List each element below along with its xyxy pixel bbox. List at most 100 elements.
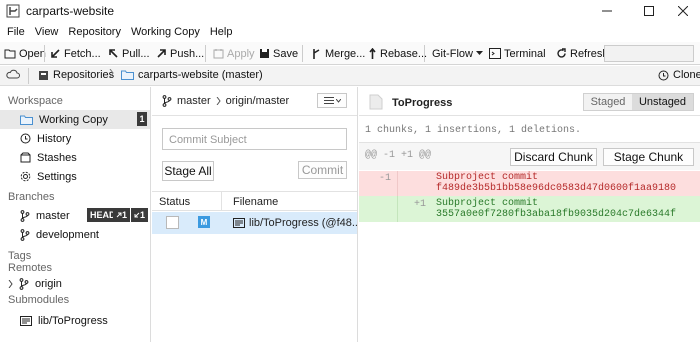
apply-button[interactable]: Apply: [213, 45, 255, 62]
menu-repository[interactable]: Repository: [68, 26, 121, 38]
stage-checkbox[interactable]: [166, 216, 179, 229]
merge-label: Merge...: [325, 47, 366, 60]
breadcrumb-chevron-icon: [109, 69, 114, 77]
terminal-button[interactable]: Terminal: [489, 45, 546, 62]
chevron-down-icon: [335, 98, 341, 103]
close-button[interactable]: [668, 0, 698, 22]
fetch-button[interactable]: Fetch...: [50, 45, 101, 62]
divider: [359, 115, 700, 116]
repositories-crumb[interactable]: Repositories: [38, 69, 114, 81]
merge-icon: [313, 48, 320, 59]
gutter-divider: [397, 171, 398, 196]
current-branch: master: [177, 95, 211, 107]
diff-line-hash: f489de3b5b1bb58e96dc0583d47d0600f1aa9180: [436, 183, 677, 194]
folder-icon: [121, 70, 134, 80]
branch-icon: [20, 228, 30, 241]
branch-indicator: master origin/master: [162, 95, 289, 107]
gitflow-dropdown[interactable]: Git-Flow: [432, 45, 483, 62]
refresh-label: Refresh: [570, 47, 609, 60]
sidebar: Workspace Working Copy 1 History Stashes…: [0, 87, 151, 342]
options-menu-button[interactable]: [317, 93, 347, 108]
clone-button[interactable]: Clone: [658, 69, 700, 81]
save-button[interactable]: Save: [259, 45, 298, 62]
file-icon: [369, 94, 383, 110]
ahead-count: 1: [121, 210, 127, 220]
refresh-button[interactable]: Refresh: [556, 45, 609, 62]
open-button[interactable]: Open: [4, 45, 46, 62]
pull-icon: [109, 49, 118, 58]
pull-button[interactable]: Pull...: [108, 45, 150, 62]
push-button[interactable]: Push...: [156, 45, 204, 62]
menu-help[interactable]: Help: [210, 26, 233, 38]
save-icon: [260, 49, 269, 58]
menu-bar: File View Repository Working Copy Help: [0, 22, 700, 42]
staged-unstaged-toggle: Staged Unstaged: [583, 93, 694, 111]
tab-staged[interactable]: Staged: [584, 94, 632, 110]
cloud-icon[interactable]: [6, 69, 20, 79]
sidebar-item-working-copy[interactable]: Working Copy 1: [0, 110, 150, 129]
sidebar-item-label: origin: [35, 277, 62, 290]
hunk-header: @@ -1 +1 @@: [365, 150, 432, 161]
fetch-label: Fetch...: [64, 47, 101, 60]
sidebar-item-label: History: [37, 132, 72, 145]
sidebar-item-stashes[interactable]: Stashes: [0, 148, 150, 167]
sidebar-item-branch-development[interactable]: development: [0, 225, 150, 244]
file-list-header: Status Filename: [152, 191, 357, 211]
diff-pane: ToProgress Staged Unstaged 1 chunks, 1 i…: [359, 87, 700, 342]
breadcrumb: Repositories carparts-website (master) C…: [0, 66, 700, 86]
commit-button[interactable]: Commit: [298, 161, 347, 179]
repository-icon: [39, 70, 48, 80]
tab-unstaged[interactable]: Unstaged: [632, 94, 693, 110]
sidebar-item-label: development: [36, 228, 99, 241]
menu-file[interactable]: File: [7, 26, 25, 38]
current-repo-crumb[interactable]: carparts-website (master): [121, 69, 263, 81]
sidebar-item-settings[interactable]: Settings: [0, 167, 150, 186]
remotes-header: Remotes: [8, 262, 53, 274]
table-row[interactable]: M lib/ToProgress (@f48...: [152, 212, 361, 234]
menu-view[interactable]: View: [35, 26, 59, 38]
stage-all-button[interactable]: Stage All: [162, 161, 214, 181]
filename-column-header[interactable]: Filename: [233, 196, 278, 208]
apply-icon: [213, 49, 224, 59]
rebase-label: Rebase...: [380, 47, 428, 60]
remote-branch: origin/master: [225, 95, 290, 107]
diff-line-deletion: -1 Subproject commit f489de3b5b1bb58e96d…: [359, 171, 700, 196]
chevron-right-icon: [8, 279, 13, 288]
menu-icon: [323, 97, 334, 104]
stage-chunk-button[interactable]: Stage Chunk: [603, 148, 694, 166]
sidebar-item-remote-origin[interactable]: origin: [0, 274, 150, 293]
menu-working-copy[interactable]: Working Copy: [131, 26, 200, 38]
breadcrumb-divider: [28, 68, 29, 84]
toolbar-divider: [424, 45, 425, 62]
tags-header: Tags: [8, 250, 32, 262]
submodules-header: Submodules: [8, 294, 70, 306]
old-line-number: -1: [379, 173, 392, 184]
remote-icon: [19, 277, 29, 290]
sidebar-item-label: lib/ToProgress: [38, 314, 108, 327]
toolbar-divider: [302, 45, 303, 62]
title-bar: carparts-website: [0, 0, 700, 22]
commit-subject-input[interactable]: Commit Subject: [162, 128, 347, 150]
toolbar: Open Fetch... Pull... Push... Apply Save…: [0, 42, 700, 65]
sidebar-item-branch-master[interactable]: master HEAD 1 1: [0, 206, 150, 225]
discard-chunk-button[interactable]: Discard Chunk: [510, 148, 597, 166]
current-repo-label: carparts-website (master): [138, 69, 263, 81]
status-column-header[interactable]: Status: [159, 196, 190, 208]
search-input[interactable]: [604, 45, 694, 62]
diff-line-text: Subproject commit: [436, 198, 539, 209]
minimize-button[interactable]: [592, 0, 622, 22]
diff-file-title: ToProgress: [392, 97, 453, 109]
submodule-icon: [20, 315, 32, 326]
hunk-header-bar: @@ -1 +1 @@ Discard Chunk Stage Chunk: [359, 143, 700, 170]
diff-line-insertion: +1 Subproject commit 3557a0e0f7280fb3aba…: [359, 196, 700, 222]
stash-icon: [20, 152, 31, 163]
rebase-button[interactable]: Rebase...: [368, 45, 427, 62]
maximize-button[interactable]: [634, 0, 664, 22]
sidebar-item-label: Settings: [37, 170, 77, 183]
refresh-icon: [557, 48, 566, 58]
clone-icon: [658, 70, 669, 80]
merge-button[interactable]: Merge...: [311, 45, 365, 62]
sidebar-item-history[interactable]: History: [0, 129, 150, 148]
gear-icon: [20, 171, 31, 182]
sidebar-item-submodule[interactable]: lib/ToProgress: [0, 311, 150, 330]
